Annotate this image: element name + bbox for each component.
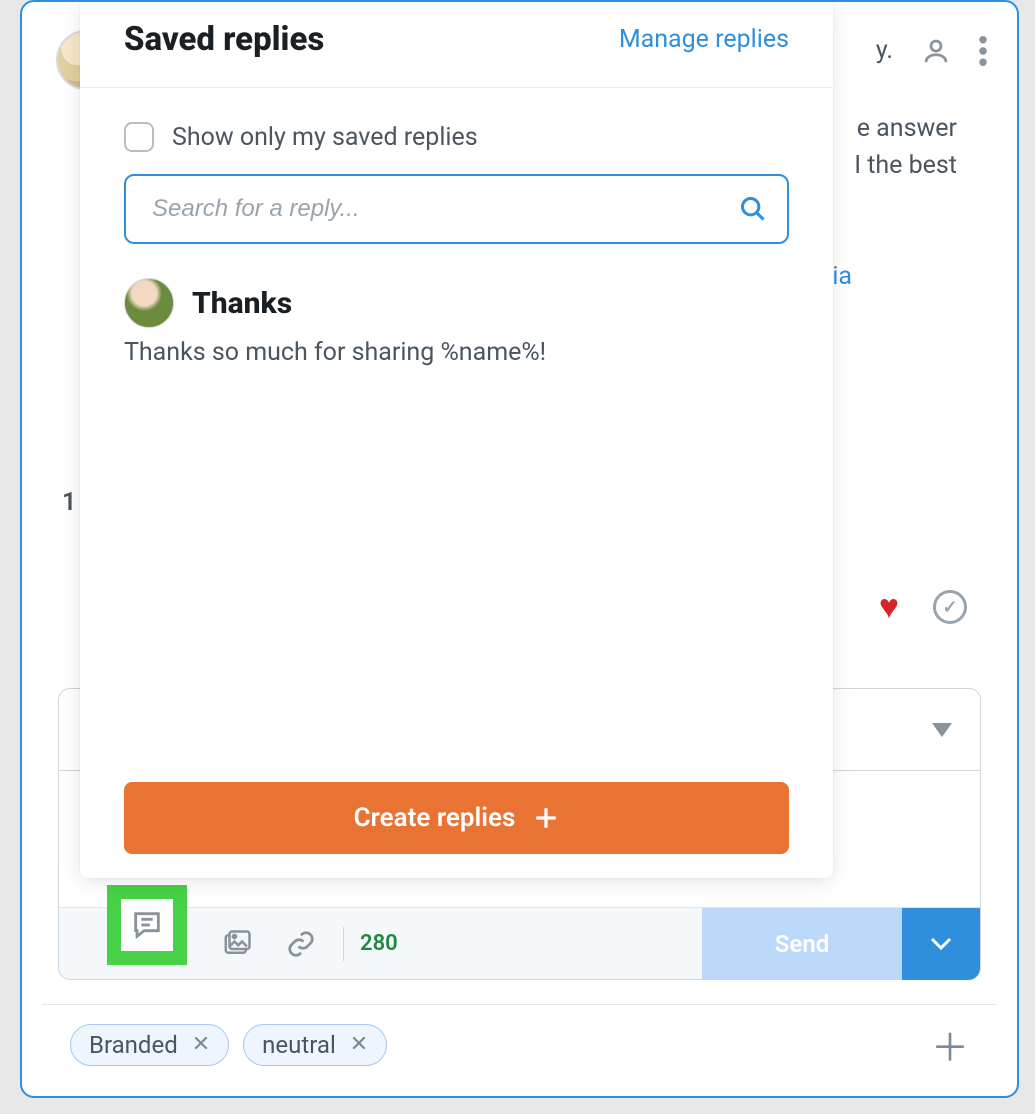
app-frame: y. e answer I the best ia 1 I ♥ ✓ xyxy=(20,0,1019,1098)
create-replies-button[interactable]: Create replies xyxy=(124,782,789,854)
toolbar-separator xyxy=(343,927,344,961)
avatar xyxy=(124,278,174,328)
saved-reply-body: Thanks so much for sharing %name%! xyxy=(124,338,789,367)
more-icon[interactable] xyxy=(979,36,987,66)
saved-reply-item[interactable]: Thanks Thanks so much for sharing %name%… xyxy=(124,278,789,367)
person-icon[interactable] xyxy=(921,36,951,66)
tag-pill[interactable]: Branded ✕ xyxy=(70,1024,229,1066)
partial-text: e answer xyxy=(857,110,957,148)
chevron-down-icon[interactable] xyxy=(932,723,952,737)
saved-reply-title: Thanks xyxy=(192,286,292,321)
show-only-mine-row[interactable]: Show only my saved replies xyxy=(124,122,789,152)
popover-title: Saved replies xyxy=(124,20,324,59)
heart-icon[interactable]: ♥ xyxy=(879,587,899,627)
send-button[interactable]: Send xyxy=(702,908,902,980)
saved-replies-popover: Saved replies Manage replies Show only m… xyxy=(80,2,833,878)
popover-header: Saved replies Manage replies xyxy=(80,2,833,88)
char-count: 280 xyxy=(360,931,398,956)
tag-label: Branded xyxy=(89,1031,178,1059)
saved-replies-highlight xyxy=(107,885,187,965)
hashtag-fragment[interactable]: ia xyxy=(832,262,852,291)
tag-label: neutral xyxy=(262,1031,336,1059)
search-input[interactable] xyxy=(124,174,789,244)
tag-pill[interactable]: neutral ✕ xyxy=(243,1024,387,1066)
check-circle-icon[interactable]: ✓ xyxy=(933,590,967,624)
search-reply-wrap xyxy=(124,174,789,244)
top-right-controls: y. xyxy=(876,32,987,70)
manage-replies-link[interactable]: Manage replies xyxy=(619,25,789,54)
image-icon[interactable] xyxy=(215,922,259,966)
popover-body: Show only my saved replies Thanks Thanks… xyxy=(80,88,833,878)
create-replies-label: Create replies xyxy=(354,803,516,833)
message-actions: ♥ ✓ xyxy=(879,587,967,627)
send-group: Send xyxy=(702,908,980,980)
partial-text: I the best xyxy=(854,147,957,185)
compose-toolbar: 280 Send xyxy=(59,907,980,979)
saved-replies-button[interactable] xyxy=(121,899,173,951)
checkbox-label: Show only my saved replies xyxy=(172,123,478,152)
tags-row: Branded ✕ neutral ✕ ＋ xyxy=(42,1004,997,1084)
close-icon[interactable]: ✕ xyxy=(192,1032,210,1057)
search-icon[interactable] xyxy=(739,195,767,223)
add-tag-button[interactable]: ＋ xyxy=(931,1017,969,1072)
plus-icon xyxy=(533,805,559,831)
checkbox[interactable] xyxy=(124,122,154,152)
send-options-button[interactable] xyxy=(902,908,980,980)
link-icon[interactable] xyxy=(279,922,323,966)
close-icon[interactable]: ✕ xyxy=(350,1032,368,1057)
partial-text: y. xyxy=(876,32,893,70)
